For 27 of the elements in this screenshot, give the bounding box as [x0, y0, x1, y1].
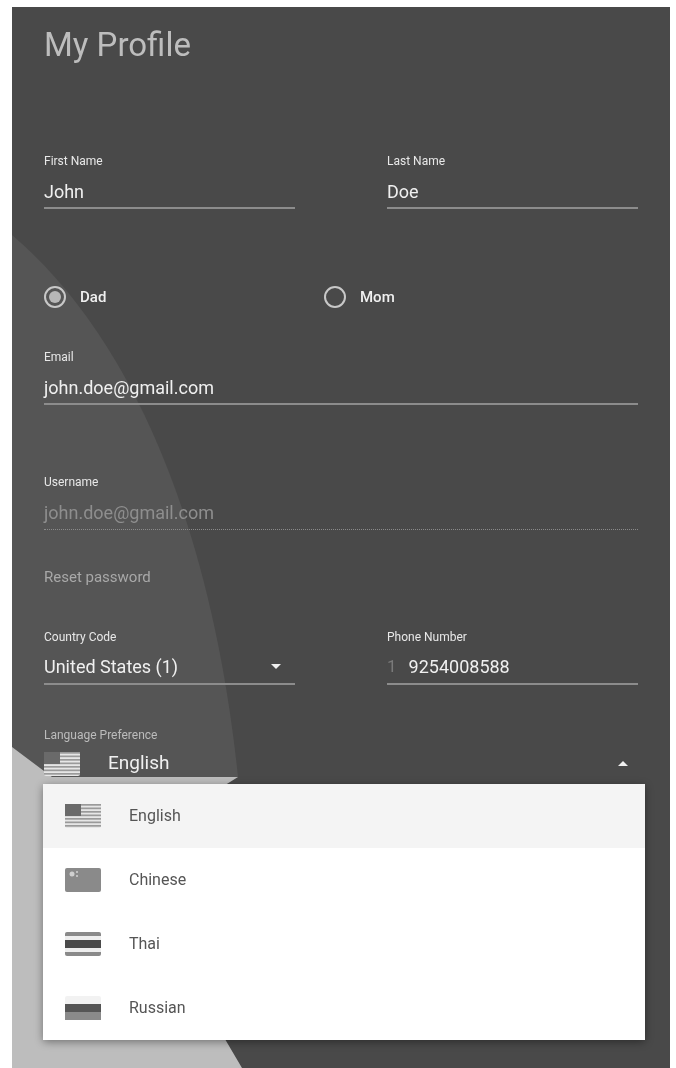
field-label: Last Name: [387, 153, 446, 169]
flag-icon: [65, 804, 101, 828]
field-label: Country Code: [44, 628, 117, 645]
text-field[interactable]: John: [44, 175, 295, 209]
field-label: First Name: [44, 153, 103, 169]
flag-icon: [65, 996, 101, 1020]
country-code-select[interactable]: United States (1): [44, 650, 295, 685]
radio-option[interactable]: Mom: [324, 285, 395, 309]
language-option[interactable]: Chinese: [43, 848, 645, 912]
flag-icon: [65, 932, 101, 956]
field-label: Email: [44, 349, 74, 365]
field-label: Phone Number: [387, 628, 467, 645]
language-option[interactable]: Thai: [43, 912, 645, 976]
page-title: My Profile: [44, 25, 192, 65]
language-select[interactable]: English: [44, 746, 638, 781]
username-field: john.doe@gmail.com: [44, 496, 638, 530]
caret-down-icon: [271, 664, 281, 669]
flag-icon: [44, 751, 80, 776]
caret-up-icon: [618, 761, 628, 766]
radio-option[interactable]: Dad: [44, 285, 324, 309]
email-field[interactable]: john.doe@gmail.com: [44, 371, 638, 405]
language-option[interactable]: English: [43, 784, 645, 848]
language-option[interactable]: Russian: [43, 976, 645, 1040]
field-label: Username: [44, 474, 99, 490]
field-label: Language Preference: [44, 726, 158, 743]
flag-icon: [65, 868, 101, 892]
text-field[interactable]: Doe: [387, 175, 638, 209]
